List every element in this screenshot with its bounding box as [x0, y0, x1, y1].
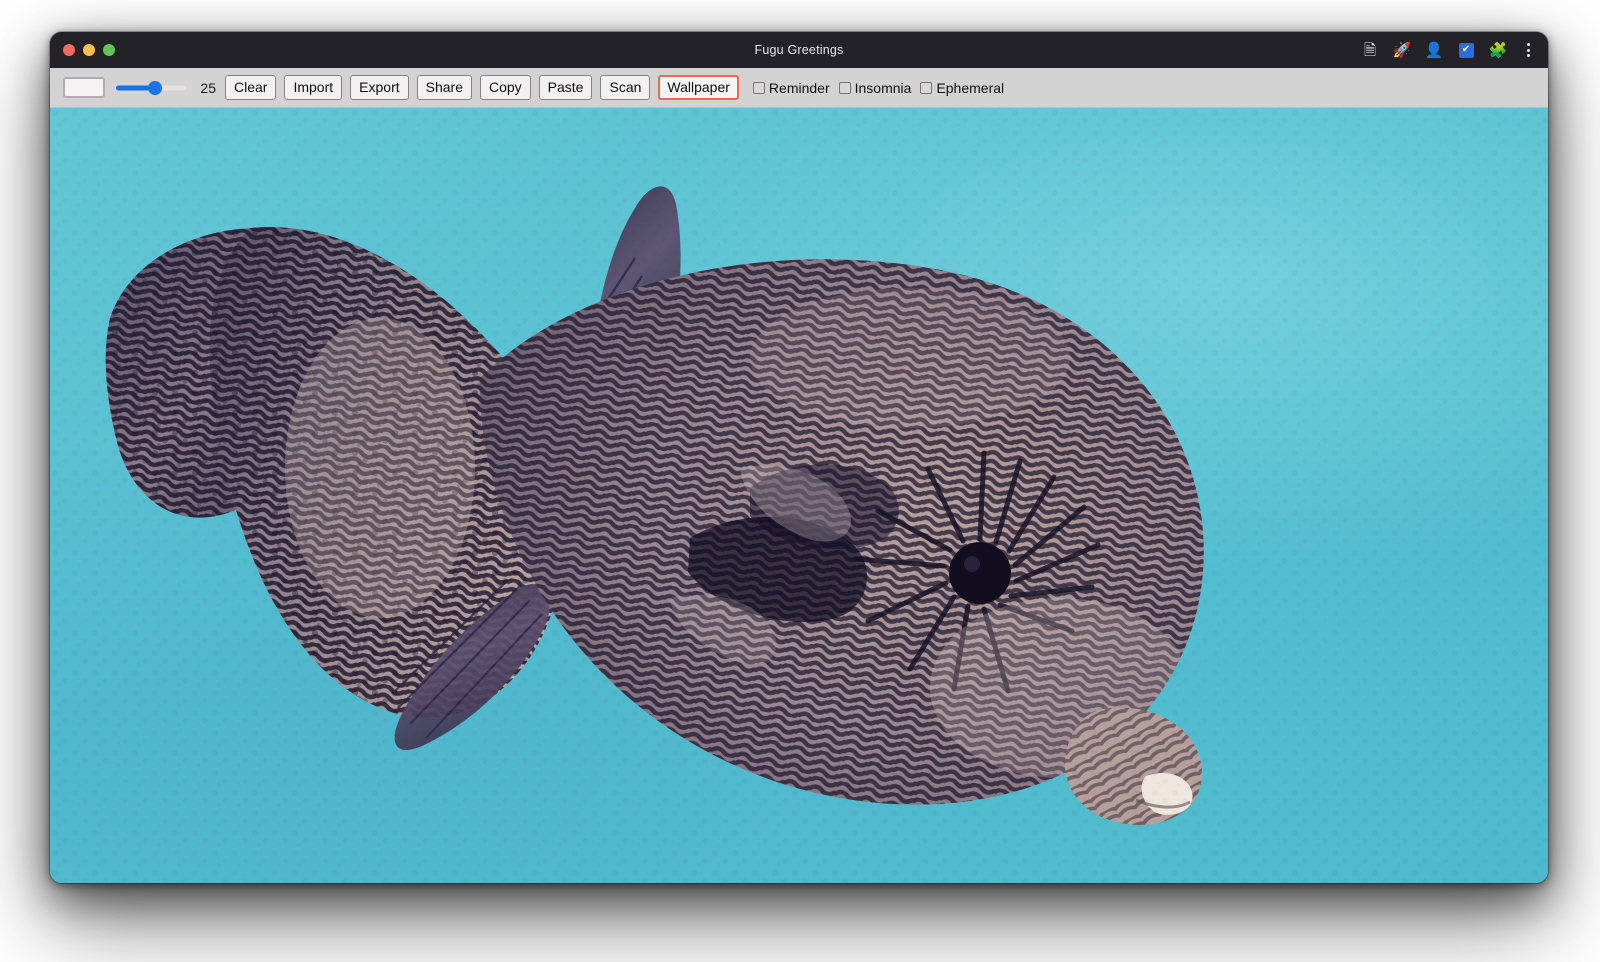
wallpaper-button[interactable]: Wallpaper: [658, 75, 739, 100]
puzzle-extension-icon[interactable]: 🧩: [1488, 40, 1508, 60]
window-title: Fugu Greetings: [50, 32, 1548, 68]
ephemeral-checkbox-label: Ephemeral: [936, 80, 1004, 96]
app-toolbar: 25 Clear Import Export Share Copy Paste …: [50, 68, 1548, 108]
browser-action-icons: 🗎 🚀 👤 ✔ 🧩: [1360, 40, 1548, 60]
ephemeral-checkbox-box[interactable]: [920, 82, 932, 94]
window-titlebar: Fugu Greetings 🗎 🚀 👤 ✔ 🧩: [50, 32, 1548, 68]
reminder-checkbox-box[interactable]: [753, 82, 765, 94]
extension-bird-glyph: ✔: [1459, 43, 1474, 58]
pufferfish-photo: [50, 108, 1548, 883]
line-width-slider[interactable]: [116, 80, 186, 96]
app-window: Fugu Greetings 🗎 🚀 👤 ✔ 🧩: [50, 32, 1548, 883]
page-icon[interactable]: 🗎: [1360, 40, 1380, 60]
extension-bird-icon[interactable]: ✔: [1456, 40, 1476, 60]
insomnia-checkbox-box[interactable]: [839, 82, 851, 94]
desktop-background: Fugu Greetings 🗎 🚀 👤 ✔ 🧩: [0, 0, 1600, 962]
export-button[interactable]: Export: [350, 75, 408, 100]
reminder-checkbox-label: Reminder: [769, 80, 830, 96]
import-button[interactable]: Import: [284, 75, 342, 100]
share-button[interactable]: Share: [417, 75, 472, 100]
ephemeral-checkbox[interactable]: Ephemeral: [920, 80, 1004, 96]
slider-thumb[interactable]: [148, 81, 162, 95]
maximize-window-button[interactable]: [103, 44, 115, 56]
reminder-checkbox[interactable]: Reminder: [753, 80, 830, 96]
close-window-button[interactable]: [63, 44, 75, 56]
slider-value-label: 25: [198, 80, 216, 96]
clear-button[interactable]: Clear: [225, 75, 276, 100]
color-picker-input[interactable]: [63, 77, 105, 98]
copy-button[interactable]: Copy: [480, 75, 531, 100]
more-options-menu-icon[interactable]: [1520, 40, 1536, 60]
insomnia-checkbox-label: Insomnia: [855, 80, 912, 96]
profile-avatar-icon[interactable]: 👤: [1424, 40, 1444, 60]
minimize-window-button[interactable]: [83, 44, 95, 56]
insomnia-checkbox[interactable]: Insomnia: [839, 80, 912, 96]
toolbar-checkbox-group: Reminder Insomnia Ephemeral: [753, 80, 1004, 96]
window-controls: [50, 44, 115, 56]
rocket-icon[interactable]: 🚀: [1392, 40, 1412, 60]
drawing-canvas[interactable]: [50, 108, 1548, 883]
scan-button[interactable]: Scan: [600, 75, 650, 100]
paste-button[interactable]: Paste: [539, 75, 593, 100]
